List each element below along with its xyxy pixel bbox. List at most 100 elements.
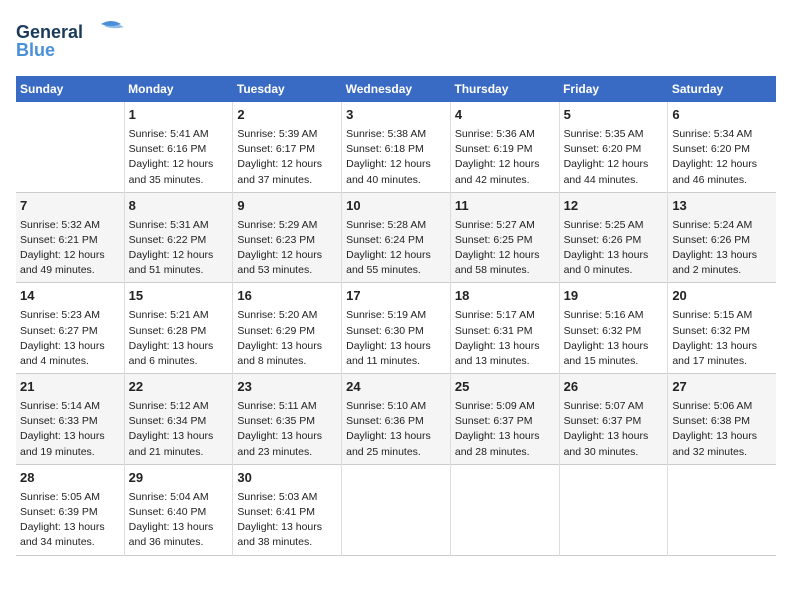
- svg-text:Blue: Blue: [16, 40, 55, 60]
- day-number: 25: [455, 378, 555, 397]
- cell-content: Sunrise: 5:29 AM Sunset: 6:23 PM Dayligh…: [237, 218, 337, 279]
- cell-content: Sunrise: 5:11 AM Sunset: 6:35 PM Dayligh…: [237, 399, 337, 460]
- cell-content: Sunrise: 5:38 AM Sunset: 6:18 PM Dayligh…: [346, 127, 446, 188]
- day-number: 16: [237, 287, 337, 306]
- cell-content: Sunrise: 5:25 AM Sunset: 6:26 PM Dayligh…: [564, 218, 664, 279]
- calendar-cell: 9 Sunrise: 5:29 AM Sunset: 6:23 PM Daylig…: [233, 192, 342, 283]
- day-number: 22: [129, 378, 229, 397]
- day-number: 14: [20, 287, 120, 306]
- day-number: 8: [129, 197, 229, 216]
- calendar-cell: 24 Sunrise: 5:10 AM Sunset: 6:36 PM Dayli…: [342, 374, 451, 465]
- day-number: 17: [346, 287, 446, 306]
- calendar-cell: [450, 464, 559, 555]
- cell-content: Sunrise: 5:03 AM Sunset: 6:41 PM Dayligh…: [237, 490, 337, 551]
- day-number: 6: [672, 106, 772, 125]
- calendar-cell: 20 Sunrise: 5:15 AM Sunset: 6:32 PM Dayli…: [668, 283, 776, 374]
- day-header-saturday: Saturday: [668, 76, 776, 102]
- cell-content: Sunrise: 5:28 AM Sunset: 6:24 PM Dayligh…: [346, 218, 446, 279]
- cell-content: Sunrise: 5:09 AM Sunset: 6:37 PM Dayligh…: [455, 399, 555, 460]
- calendar-cell: 5Sunrise: 5:35 AM Sunset: 6:20 PM Daylig…: [559, 102, 668, 192]
- calendar-body: 1 Sunrise: 5:41 AM Sunset: 6:16 PM Daylig…: [16, 102, 776, 555]
- day-number: 2: [237, 106, 337, 125]
- day-header-monday: Monday: [124, 76, 233, 102]
- calendar-cell: 30 Sunrise: 5:03 AM Sunset: 6:41 PM Dayli…: [233, 464, 342, 555]
- calendar-cell: 25 Sunrise: 5:09 AM Sunset: 6:37 PM Dayli…: [450, 374, 559, 465]
- day-number: 28: [20, 469, 120, 488]
- calendar-cell: 6 Sunrise: 5:34 AM Sunset: 6:20 PM Daylig…: [668, 102, 776, 192]
- logo-svg: General Blue: [16, 16, 126, 66]
- cell-content: Sunrise: 5:06 AM Sunset: 6:38 PM Dayligh…: [672, 399, 772, 460]
- calendar-cell: 3 Sunrise: 5:38 AM Sunset: 6:18 PM Daylig…: [342, 102, 451, 192]
- day-number: 18: [455, 287, 555, 306]
- logo: General Blue: [16, 16, 126, 66]
- week-row-5: 28 Sunrise: 5:05 AM Sunset: 6:39 PM Dayli…: [16, 464, 776, 555]
- day-number: 7: [20, 197, 120, 216]
- day-number: 4: [455, 106, 555, 125]
- calendar-cell: 29 Sunrise: 5:04 AM Sunset: 6:40 PM Dayli…: [124, 464, 233, 555]
- calendar-cell: 4 Sunrise: 5:36 AM Sunset: 6:19 PM Daylig…: [450, 102, 559, 192]
- day-number: 9: [237, 197, 337, 216]
- day-number: 15: [129, 287, 229, 306]
- day-number: 24: [346, 378, 446, 397]
- calendar-header-row: SundayMondayTuesdayWednesdayThursdayFrid…: [16, 76, 776, 102]
- cell-content: Sunrise: 5:12 AM Sunset: 6:34 PM Dayligh…: [129, 399, 229, 460]
- cell-content: Sunrise: 5:24 AM Sunset: 6:26 PM Dayligh…: [672, 218, 772, 279]
- calendar-table: SundayMondayTuesdayWednesdayThursdayFrid…: [16, 76, 776, 556]
- calendar-cell: 23 Sunrise: 5:11 AM Sunset: 6:35 PM Dayli…: [233, 374, 342, 465]
- cell-content: Sunrise: 5:10 AM Sunset: 6:36 PM Dayligh…: [346, 399, 446, 460]
- calendar-cell: 15 Sunrise: 5:21 AM Sunset: 6:28 PM Dayli…: [124, 283, 233, 374]
- calendar-cell: [342, 464, 451, 555]
- calendar-cell: 27 Sunrise: 5:06 AM Sunset: 6:38 PM Dayli…: [668, 374, 776, 465]
- day-number: 12: [564, 197, 664, 216]
- cell-content: Sunrise: 5:14 AM Sunset: 6:33 PM Dayligh…: [20, 399, 120, 460]
- cell-content: Sunrise: 5:34 AM Sunset: 6:20 PM Dayligh…: [672, 127, 772, 188]
- day-number: 23: [237, 378, 337, 397]
- calendar-cell: 14Sunrise: 5:23 AM Sunset: 6:27 PM Dayli…: [16, 283, 124, 374]
- calendar-cell: 19 Sunrise: 5:16 AM Sunset: 6:32 PM Dayli…: [559, 283, 668, 374]
- day-number: 13: [672, 197, 772, 216]
- calendar-cell: 21 Sunrise: 5:14 AM Sunset: 6:33 PM Dayli…: [16, 374, 124, 465]
- day-header-wednesday: Wednesday: [342, 76, 451, 102]
- calendar-cell: 12 Sunrise: 5:25 AM Sunset: 6:26 PM Dayli…: [559, 192, 668, 283]
- cell-content: Sunrise: 5:41 AM Sunset: 6:16 PM Dayligh…: [129, 127, 229, 188]
- day-number: 27: [672, 378, 772, 397]
- calendar-cell: 1 Sunrise: 5:41 AM Sunset: 6:16 PM Daylig…: [124, 102, 233, 192]
- cell-content: Sunrise: 5:31 AM Sunset: 6:22 PM Dayligh…: [129, 218, 229, 279]
- week-row-2: 7 Sunrise: 5:32 AM Sunset: 6:21 PM Daylig…: [16, 192, 776, 283]
- day-number: 1: [129, 106, 229, 125]
- cell-content: Sunrise: 5:04 AM Sunset: 6:40 PM Dayligh…: [129, 490, 229, 551]
- calendar-cell: 10 Sunrise: 5:28 AM Sunset: 6:24 PM Dayli…: [342, 192, 451, 283]
- calendar-cell: 17 Sunrise: 5:19 AM Sunset: 6:30 PM Dayli…: [342, 283, 451, 374]
- day-number: 5: [564, 106, 664, 125]
- calendar-cell: [559, 464, 668, 555]
- cell-content: Sunrise: 5:07 AM Sunset: 6:37 PM Dayligh…: [564, 399, 664, 460]
- cell-content: Sunrise: 5:21 AM Sunset: 6:28 PM Dayligh…: [129, 308, 229, 369]
- day-number: 21: [20, 378, 120, 397]
- cell-content: Sunrise: 5:15 AM Sunset: 6:32 PM Dayligh…: [672, 308, 772, 369]
- svg-text:General: General: [16, 22, 83, 42]
- cell-content: Sunrise: 5:39 AM Sunset: 6:17 PM Dayligh…: [237, 127, 337, 188]
- calendar-cell: 2 Sunrise: 5:39 AM Sunset: 6:17 PM Daylig…: [233, 102, 342, 192]
- cell-content: Sunrise: 5:36 AM Sunset: 6:19 PM Dayligh…: [455, 127, 555, 188]
- calendar-cell: 11Sunrise: 5:27 AM Sunset: 6:25 PM Dayli…: [450, 192, 559, 283]
- day-number: 11: [455, 197, 555, 216]
- calendar-cell: 28 Sunrise: 5:05 AM Sunset: 6:39 PM Dayli…: [16, 464, 124, 555]
- day-number: 19: [564, 287, 664, 306]
- day-header-tuesday: Tuesday: [233, 76, 342, 102]
- week-row-4: 21 Sunrise: 5:14 AM Sunset: 6:33 PM Dayli…: [16, 374, 776, 465]
- day-number: 10: [346, 197, 446, 216]
- day-number: 20: [672, 287, 772, 306]
- day-number: 26: [564, 378, 664, 397]
- cell-content: Sunrise: 5:19 AM Sunset: 6:30 PM Dayligh…: [346, 308, 446, 369]
- day-header-thursday: Thursday: [450, 76, 559, 102]
- cell-content: Sunrise: 5:05 AM Sunset: 6:39 PM Dayligh…: [20, 490, 120, 551]
- day-number: 29: [129, 469, 229, 488]
- calendar-cell: 26 Sunrise: 5:07 AM Sunset: 6:37 PM Dayli…: [559, 374, 668, 465]
- day-number: 30: [237, 469, 337, 488]
- cell-content: Sunrise: 5:16 AM Sunset: 6:32 PM Dayligh…: [564, 308, 664, 369]
- day-header-friday: Friday: [559, 76, 668, 102]
- cell-content: Sunrise: 5:17 AM Sunset: 6:31 PM Dayligh…: [455, 308, 555, 369]
- day-number: 3: [346, 106, 446, 125]
- week-row-1: 1 Sunrise: 5:41 AM Sunset: 6:16 PM Daylig…: [16, 102, 776, 192]
- cell-content: Sunrise: 5:32 AM Sunset: 6:21 PM Dayligh…: [20, 218, 120, 279]
